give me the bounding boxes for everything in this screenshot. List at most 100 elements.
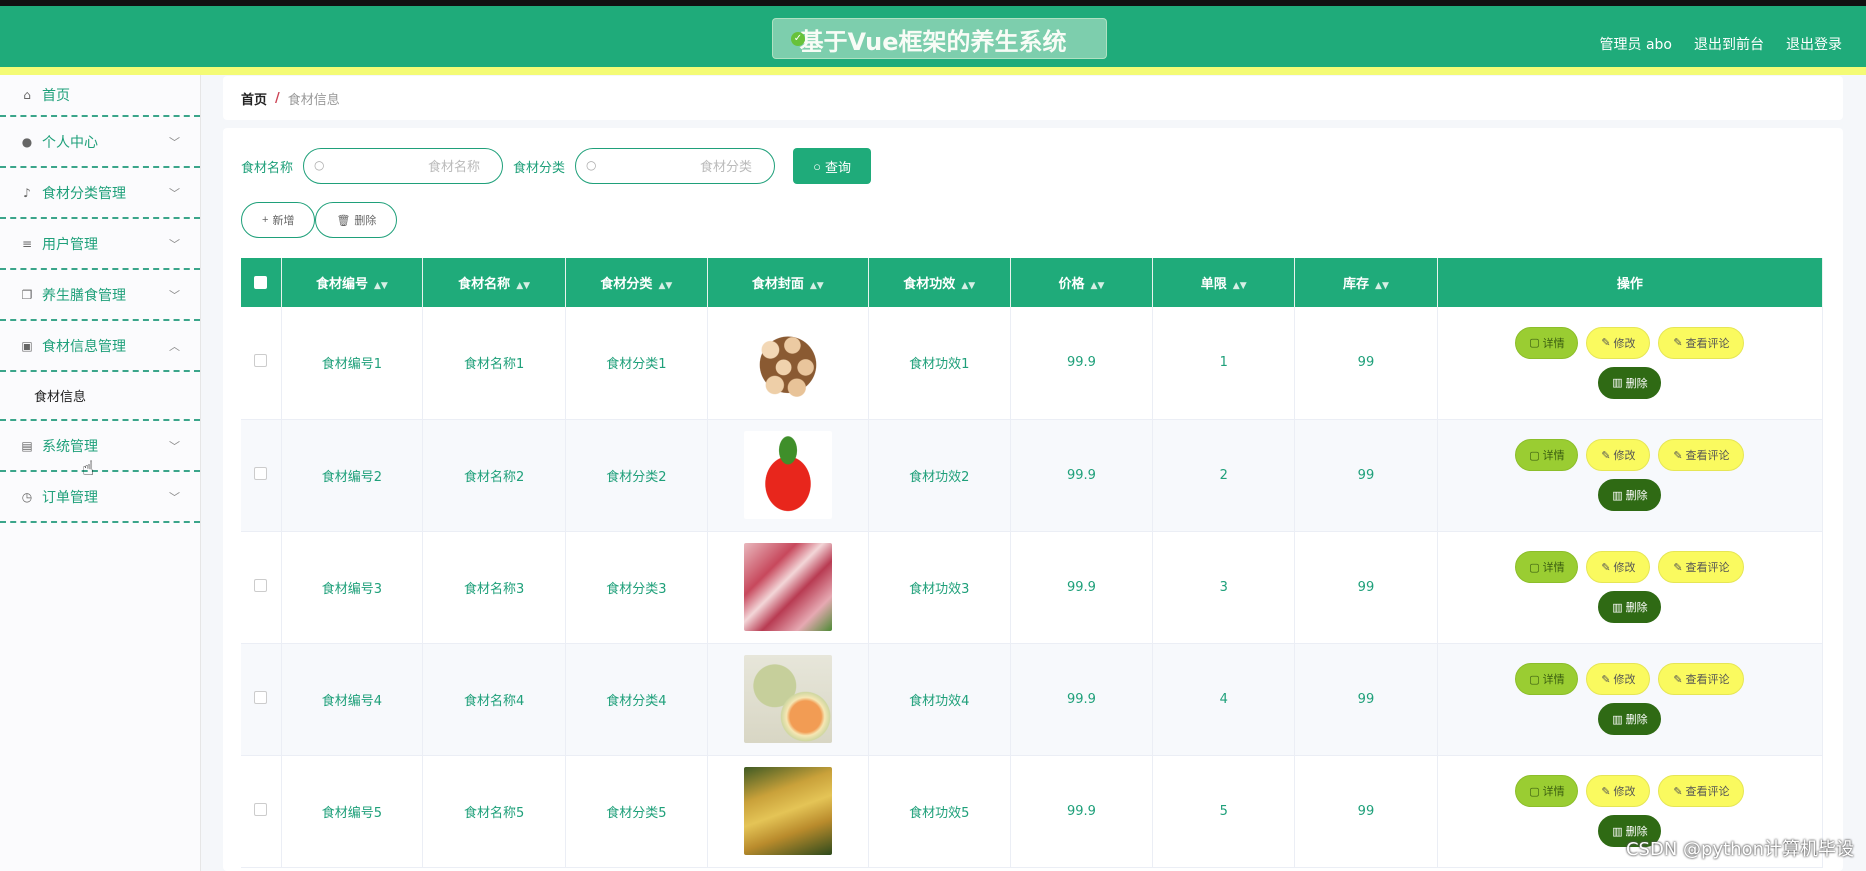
delete-row-button[interactable]: ▥ 删除: [1598, 591, 1662, 623]
header-label: 食材名称: [458, 277, 511, 292]
edit-button[interactable]: ✎ 修改: [1586, 663, 1651, 695]
table-row[interactable]: 食材编号2 食材名称2 食材分类2 食材功效2 99.9 2 99 ▢ 详情 ✎ 修改 ✎ 查看评…: [241, 419, 1824, 532]
back-to-front-link[interactable]: 退出到前台: [1694, 34, 1764, 54]
detail-button[interactable]: ▢ 详情: [1515, 663, 1579, 695]
row-select-cell[interactable]: [241, 419, 282, 532]
category-search-input[interactable]: [606, 151, 767, 181]
table-header-stock[interactable]: 库存 ▲▼: [1294, 258, 1438, 307]
edit-button[interactable]: ✎ 修改: [1586, 326, 1651, 359]
row-select-cell[interactable]: [241, 643, 282, 756]
edit-button[interactable]: ✎ 修改: [1586, 439, 1651, 471]
sidebar-item-diet-management[interactable]: ❐ 养生膳食管理 ﹀: [0, 270, 200, 321]
ingredient-cover-image[interactable]: [743, 543, 832, 631]
edit-button[interactable]: ✎ 修改: [1586, 775, 1651, 807]
sort-icon[interactable]: ▲▼: [961, 281, 975, 291]
select-all-checkbox[interactable]: [254, 276, 268, 289]
sort-icon[interactable]: ▲▼: [1375, 281, 1389, 291]
delete-row-button[interactable]: ▥ 删除: [1598, 703, 1662, 735]
table-header-effect[interactable]: 食材功效 ▲▼: [868, 258, 1011, 307]
compass-icon: ◷: [21, 489, 33, 504]
sidebar-item-system-management[interactable]: ▤ 系统管理 ﹀: [0, 421, 200, 472]
edit-button[interactable]: ✎ 修改: [1586, 551, 1651, 583]
table-header-limit[interactable]: 单限 ▲▼: [1152, 258, 1296, 307]
batch-delete-button[interactable]: 🗑 删除: [315, 202, 398, 238]
sidebar: ⌂ 首页 ● 个人中心 ﹀ ♪ 食材分类管理 ﹀ ≡ 用户管理 ﹀ ❐ 养生膳食…: [0, 75, 201, 871]
effect-cell: 食材功效1: [868, 307, 1011, 420]
search-icon: ○: [586, 158, 597, 172]
sort-icon[interactable]: ▲▼: [374, 281, 388, 291]
row-checkbox[interactable]: [254, 354, 268, 368]
code-cell: 食材编号2: [281, 419, 424, 532]
chevron-down-icon: ﹀: [169, 237, 180, 251]
picture-icon: ▣: [21, 338, 33, 353]
detail-button[interactable]: ▢ 详情: [1515, 326, 1579, 359]
table-row[interactable]: 食材编号1 食材名称1 食材分类1 食材功效1 99.9 1 99 ▢ 详情 ✎ 修改 ✎ 查看评…: [241, 307, 1824, 420]
ingredient-cover-image[interactable]: [743, 431, 832, 519]
admin-username[interactable]: 管理员 abo: [1600, 34, 1672, 54]
ingredient-cover-image[interactable]: [743, 767, 832, 855]
row-select-cell[interactable]: [241, 755, 282, 868]
query-button-label: 查询: [824, 159, 851, 175]
view-reviews-button[interactable]: ✎ 查看评论: [1658, 326, 1745, 359]
row-checkbox[interactable]: [254, 466, 268, 480]
row-checkbox[interactable]: [254, 690, 268, 704]
sort-icon[interactable]: ▲▼: [658, 281, 672, 291]
header-label: 库存: [1343, 277, 1370, 292]
detail-button[interactable]: ▢ 详情: [1515, 775, 1579, 807]
table-row[interactable]: 食材编号3 食材名称3 食材分类3 食材功效3 99.9 3 99 ▢ 详情 ✎ 修改 ✎ 查看评…: [241, 531, 1824, 644]
sort-icon[interactable]: ▲▼: [810, 281, 824, 291]
sidebar-item-label: 个人中心: [42, 134, 98, 151]
header-select-all[interactable]: [241, 258, 282, 307]
view-reviews-button[interactable]: ✎ 查看评论: [1658, 551, 1745, 583]
add-button[interactable]: + 新增: [241, 202, 316, 238]
table-row[interactable]: 食材编号5 食材名称5 食材分类5 食材功效5 99.9 5 99 ▢ 详情 ✎ 修改 ✎ 查看评…: [241, 755, 1824, 868]
table-row[interactable]: 食材编号4 食材名称4 食材分类4 食材功效4 99.9 4 99 ▢ 详情 ✎ 修改 ✎ 查看评…: [241, 643, 1824, 756]
user-icon: ●: [21, 134, 33, 149]
view-reviews-button[interactable]: ✎ 查看评论: [1658, 439, 1745, 471]
stock-cell: 99: [1294, 531, 1438, 644]
pencil-icon: ✎: [1673, 672, 1683, 686]
review-label: 查看评论: [1685, 673, 1730, 686]
sidebar-item-label: 系统管理: [42, 438, 98, 455]
sidebar-item-order-management[interactable]: ◷ 订单管理 ﹀: [0, 472, 200, 523]
detail-button[interactable]: ▢ 详情: [1515, 439, 1579, 471]
detail-button[interactable]: ▢ 详情: [1515, 551, 1579, 583]
delete-row-button[interactable]: ▥ 删除: [1598, 366, 1662, 399]
sidebar-item-personal-center[interactable]: ● 个人中心 ﹀: [0, 117, 200, 168]
name-cell: 食材名称1: [422, 307, 566, 420]
sort-icon[interactable]: ▲▼: [516, 281, 530, 291]
cover-cell: [707, 419, 869, 532]
row-select-cell[interactable]: [241, 531, 282, 644]
pencil-icon: ✎: [1601, 672, 1611, 686]
table-header-price[interactable]: 价格 ▲▼: [1010, 258, 1154, 307]
sidebar-item-label: 用户管理: [42, 236, 98, 253]
view-reviews-button[interactable]: ✎ 查看评论: [1658, 663, 1745, 695]
name-search-input[interactable]: [334, 151, 495, 181]
ingredient-cover-image[interactable]: [743, 318, 832, 407]
sort-icon[interactable]: ▲▼: [1233, 281, 1247, 291]
sort-icon[interactable]: ▲▼: [1091, 281, 1105, 291]
breadcrumb-home[interactable]: 首页: [241, 89, 267, 108]
ingredient-cover-image[interactable]: [743, 655, 832, 743]
row-checkbox[interactable]: [254, 802, 268, 816]
logout-link[interactable]: 退出登录: [1786, 34, 1842, 54]
table-header-category[interactable]: 食材分类 ▲▼: [565, 258, 708, 307]
view-reviews-button[interactable]: ✎ 查看评论: [1658, 775, 1745, 807]
sidebar-item-user-management[interactable]: ≡ 用户管理 ﹀: [0, 219, 200, 270]
document-icon: ▢: [1529, 672, 1540, 686]
row-checkbox[interactable]: [254, 578, 268, 592]
sidebar-item-home[interactable]: ⌂ 首页: [0, 75, 200, 117]
sidebar-item-category-management[interactable]: ♪ 食材分类管理 ﹀: [0, 168, 200, 219]
sidebar-item-ingredient-info-management[interactable]: ▣ 食材信息管理 ︿: [0, 321, 200, 372]
table-header-cover[interactable]: 食材封面 ▲▼: [707, 258, 869, 307]
row-select-cell[interactable]: [241, 307, 282, 420]
stock-cell: 99: [1294, 307, 1438, 420]
table-header-code[interactable]: 食材编号 ▲▼: [281, 258, 424, 307]
sidebar-subitem-ingredient-info[interactable]: 食材信息: [0, 372, 200, 421]
delete-row-button[interactable]: ▥ 删除: [1598, 479, 1662, 511]
table-header-name[interactable]: 食材名称 ▲▼: [422, 258, 566, 307]
csdn-watermark: CSDN @python计算机毕设: [1625, 839, 1854, 860]
query-button[interactable]: ○ 查询: [793, 148, 872, 184]
cover-cell: [707, 307, 869, 420]
name-search-label: 食材名称: [241, 160, 294, 176]
